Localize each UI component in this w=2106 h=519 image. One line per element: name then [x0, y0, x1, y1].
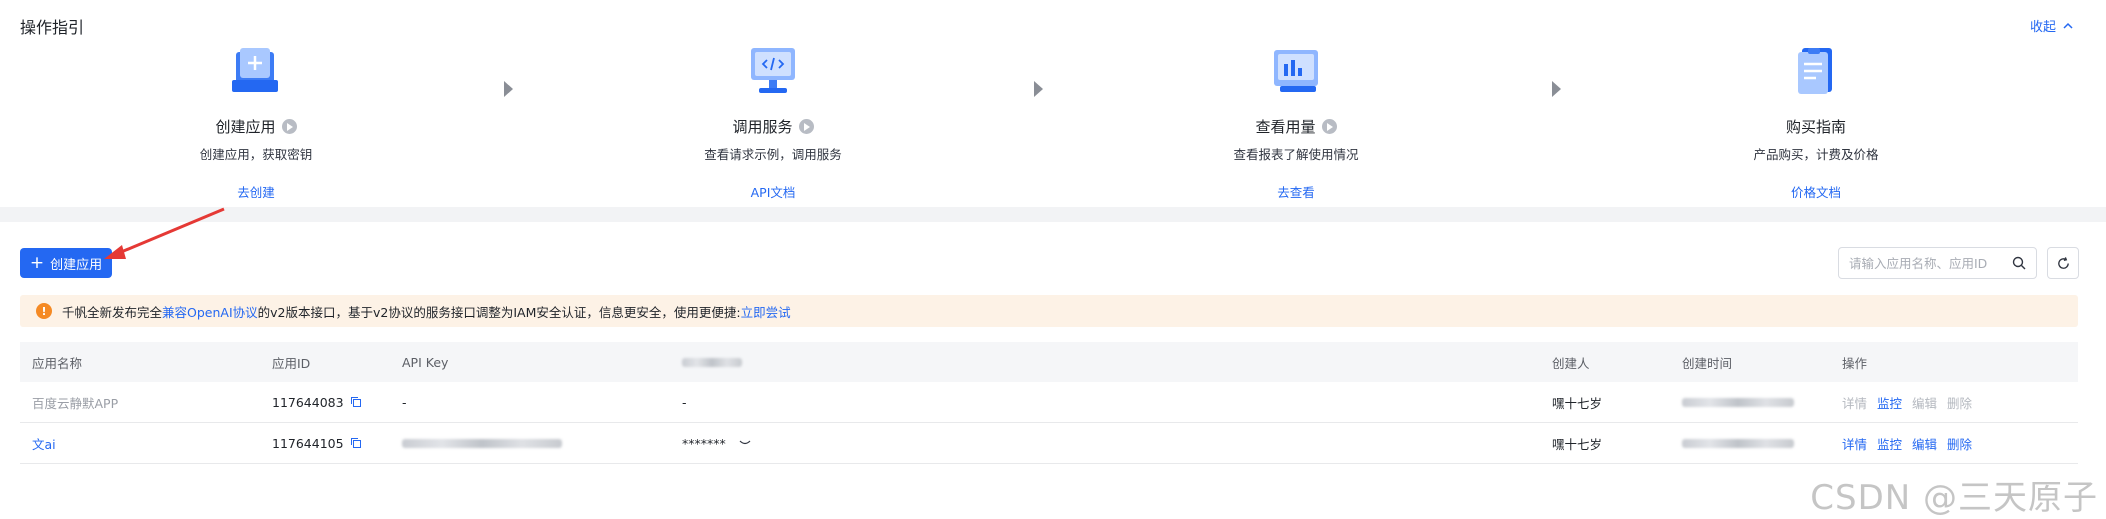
search-input[interactable] — [1849, 255, 2004, 271]
header-actions: 操作 — [1842, 355, 1868, 371]
blurred-create-time — [1682, 438, 1794, 448]
play-video-icon[interactable] — [281, 119, 297, 134]
header-api-key: API Key — [402, 354, 449, 370]
creator-cell: 嘿十七岁 — [1552, 436, 1603, 452]
chevron-right-icon — [1034, 81, 1043, 97]
play-video-icon[interactable] — [1321, 119, 1337, 134]
search-icon[interactable] — [2012, 256, 2026, 270]
refresh-button[interactable] — [2047, 247, 2079, 279]
api-service-icon — [751, 48, 795, 93]
secret-key-cell: - — [682, 394, 687, 410]
creator-cell: 嘿十七岁 — [1552, 395, 1603, 411]
refresh-icon — [2057, 256, 2069, 269]
api-key-cell — [390, 436, 670, 451]
create-time-cell — [1670, 436, 1830, 451]
eye-closed-icon[interactable] — [738, 438, 752, 448]
app-id-value: 117644105 — [272, 435, 344, 451]
create-app-button[interactable]: + 创建应用 — [20, 248, 112, 278]
chevron-right-icon — [1552, 81, 1561, 97]
app-id-cell: 117644105 — [260, 436, 390, 451]
step-name: 查看用量 — [1255, 118, 1316, 136]
actions-cell: 详情 监控 编辑 删除 — [1830, 434, 2078, 453]
blurred-header-label — [682, 357, 742, 367]
app-table: 应用名称 应用ID API Key 创建人 创建时间 操作 百度云静默APP 1… — [20, 342, 2078, 464]
table-header: 应用名称 应用ID API Key 创建人 创建时间 操作 — [20, 342, 2078, 382]
guide-step-api: 调用服务 查看请求示例，调用服务 API文档 — [643, 44, 903, 201]
step-link-price-doc[interactable]: 价格文档 — [1686, 182, 1946, 201]
header-create-time: 创建时间 — [1682, 355, 1733, 371]
collapse-label: 收起 — [2029, 20, 2056, 35]
usage-chart-icon — [1274, 50, 1318, 92]
step-desc: 产品购买，计费及价格 — [1753, 147, 1879, 162]
chevron-right-icon — [504, 81, 513, 97]
app-management-page: 操作指引 收起 创建应用 创建应用，获取密钥 去创建 调用服务 查看请求示例，调… — [0, 0, 2106, 519]
table-row: 百度云静默APP 117644083 - - 嘿十七岁 详情 监控 编辑 删除 — [20, 382, 2078, 423]
guide-step-usage: 查看用量 查看报表了解使用情况 去查看 — [1166, 44, 1426, 201]
watermark: CSDN @三天原子 — [1810, 478, 2098, 518]
actions-cell: 详情 监控 编辑 删除 — [1830, 393, 2078, 412]
search-box — [1838, 247, 2037, 279]
operation-guide-card: 操作指引 收起 创建应用 创建应用，获取密钥 去创建 调用服务 查看请求示例，调… — [0, 0, 2106, 207]
notice-text-after: 的v2版本接口，基于v2协议的服务接口调整为IAM安全认证，信息更安全，使用更便… — [257, 304, 741, 320]
play-video-icon[interactable] — [798, 119, 814, 134]
create-app-label: 创建应用 — [50, 257, 103, 273]
blurred-create-time — [1682, 397, 1794, 407]
notice-text-before: 千帆全新发布完全 — [62, 304, 163, 320]
chevron-up-icon — [2063, 22, 2073, 29]
collapse-button[interactable]: 收起 — [2030, 16, 2074, 35]
step-name: 购买指南 — [1785, 118, 1846, 136]
header-secret-key — [670, 357, 1540, 367]
app-name-cell[interactable]: 文ai — [20, 434, 260, 453]
app-name-cell[interactable]: 百度云静默APP — [20, 393, 260, 412]
step-link-create[interactable]: 去创建 — [126, 182, 386, 201]
step-desc: 查看请求示例，调用服务 — [704, 147, 842, 162]
guide-step-create: 创建应用 创建应用，获取密钥 去创建 — [126, 44, 386, 201]
monitor-action[interactable]: 监控 — [1877, 434, 1902, 453]
api-key-cell: - — [402, 394, 407, 410]
header-app-id: 应用ID — [272, 355, 311, 371]
notice-banner: ! 千帆全新发布完全 兼容OpenAI协议 的v2版本接口，基于v2协议的服务接… — [20, 295, 2078, 327]
table-row: 文ai 117644105 ******* 嘿十七岁 详情 监控 编辑 删除 — [20, 423, 2078, 464]
step-desc: 查看报表了解使用情况 — [1233, 147, 1359, 162]
step-link-api-doc[interactable]: API文档 — [643, 182, 903, 201]
secret-key-cell: ******* — [670, 436, 1540, 451]
edit-action[interactable]: 编辑 — [1912, 434, 1937, 453]
purchase-guide-icon — [1798, 48, 1832, 94]
guide-step-purchase: 购买指南 产品购买，计费及价格 价格文档 — [1686, 44, 1946, 201]
warning-icon: ! — [36, 303, 52, 319]
app-list-panel: + 创建应用 ! 千帆全新发布完全 兼容OpenAI协议 的v2版本接口，基于v… — [0, 222, 2106, 519]
secret-key-masked: ******* — [682, 435, 726, 451]
app-id-cell: 117644083 — [260, 395, 390, 410]
delete-action[interactable]: 删除 — [1947, 393, 1972, 412]
create-time-cell — [1670, 395, 1830, 410]
step-name: 调用服务 — [732, 118, 793, 136]
delete-action[interactable]: 删除 — [1947, 434, 1972, 453]
detail-action[interactable]: 详情 — [1842, 393, 1867, 412]
guide-title: 操作指引 — [20, 18, 85, 37]
step-desc: 创建应用，获取密钥 — [199, 147, 313, 162]
create-app-icon — [232, 48, 278, 92]
step-link-usage[interactable]: 去查看 — [1166, 182, 1426, 201]
blurred-api-key — [402, 438, 562, 448]
try-now-link[interactable]: 立即尝试 — [741, 302, 791, 321]
edit-action[interactable]: 编辑 — [1912, 393, 1937, 412]
step-name: 创建应用 — [215, 118, 276, 136]
notice-highlight-link[interactable]: 兼容OpenAI协议 — [162, 302, 258, 321]
copy-icon[interactable] — [350, 437, 362, 449]
app-id-value: 117644083 — [272, 394, 344, 410]
copy-icon[interactable] — [350, 396, 362, 408]
plus-icon: + — [29, 252, 45, 273]
annotation-arrow — [104, 207, 225, 259]
detail-action[interactable]: 详情 — [1842, 434, 1867, 453]
monitor-action[interactable]: 监控 — [1877, 393, 1902, 412]
header-app-name: 应用名称 — [32, 355, 83, 371]
header-creator: 创建人 — [1552, 355, 1590, 371]
